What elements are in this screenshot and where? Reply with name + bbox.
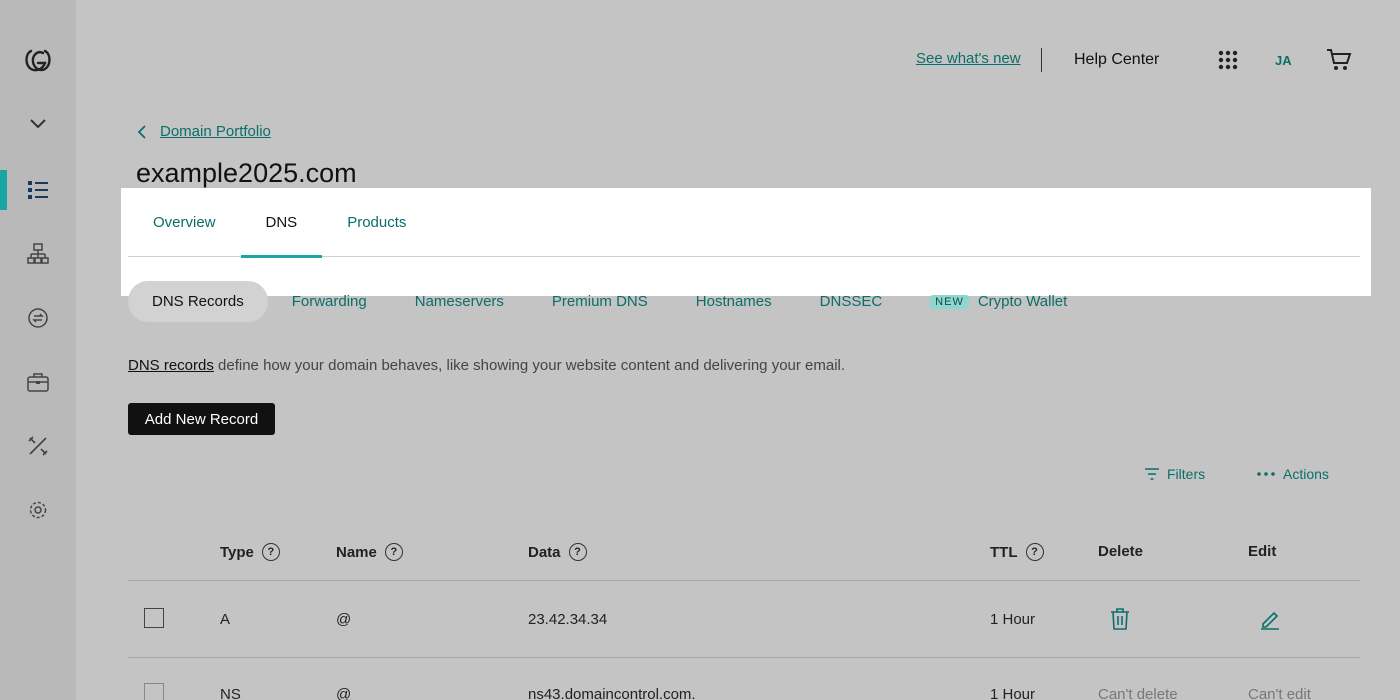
row-data: ns43.domaincontrol.com. (528, 686, 696, 700)
subtab-forwarding[interactable]: Forwarding (268, 281, 391, 322)
row-type: NS (220, 686, 241, 700)
header-ttl-label: TTL (990, 544, 1018, 561)
header-data-label: Data (528, 544, 561, 561)
header-type-label: Type (220, 544, 254, 561)
dns-description: DNS records define how your domain behav… (128, 357, 845, 374)
breadcrumb: Domain Portfolio (135, 123, 271, 140)
briefcase-icon[interactable] (22, 366, 54, 398)
sitemap-icon[interactable] (22, 238, 54, 270)
subtab-premium-dns[interactable]: Premium DNS (528, 281, 672, 322)
header-divider (1041, 48, 1042, 72)
tab-dns[interactable]: DNS (241, 188, 323, 257)
dns-description-text: define how your domain behaves, like sho… (214, 357, 845, 374)
tab-products[interactable]: Products (322, 188, 431, 257)
help-circle-icon[interactable]: ? (262, 543, 280, 561)
table-row: A @ 23.42.34.34 1 Hour (128, 581, 1360, 658)
table-row: NS @ ns43.domaincontrol.com. 1 Hour Can'… (128, 658, 1360, 700)
dns-records-link[interactable]: DNS records (128, 357, 214, 374)
sync-icon[interactable] (22, 302, 54, 334)
header-ttl: TTL? (990, 543, 1044, 561)
chevron-left-icon[interactable] (135, 124, 149, 140)
cart-icon[interactable] (1326, 48, 1352, 72)
row-name: @ (336, 611, 351, 628)
row-name: @ (336, 686, 351, 700)
trash-icon[interactable] (1110, 608, 1130, 634)
dns-subtabs: DNS Records Forwarding Nameservers Premi… (128, 281, 1091, 322)
subtab-dns-records[interactable]: DNS Records (128, 281, 268, 322)
pencil-icon[interactable] (1260, 608, 1280, 634)
row-delete-status: Can't delete (1098, 686, 1178, 700)
help-circle-icon[interactable]: ? (385, 543, 403, 561)
ellipsis-icon (1257, 472, 1275, 476)
row-ttl: 1 Hour (990, 686, 1035, 700)
tab-overview[interactable]: Overview (128, 188, 241, 257)
row-type: A (220, 611, 230, 628)
help-center-link[interactable]: Help Center (1074, 51, 1159, 69)
new-badge: NEW (930, 295, 969, 309)
actions-label: Actions (1283, 466, 1329, 482)
apps-grid-icon[interactable] (1218, 50, 1238, 70)
tab-bar: Overview DNS Products (128, 188, 1360, 257)
row-data: 23.42.34.34 (528, 611, 607, 628)
domain-portfolio-link[interactable]: Domain Portfolio (160, 123, 271, 140)
godaddy-logo-icon[interactable] (22, 44, 54, 76)
row-checkbox[interactable] (144, 683, 164, 700)
filter-icon (1145, 468, 1159, 480)
gear-icon[interactable] (22, 494, 54, 526)
actions-button[interactable]: Actions (1257, 466, 1329, 482)
filters-button[interactable]: Filters (1145, 466, 1205, 482)
row-ttl: 1 Hour (990, 611, 1035, 628)
subtab-nameservers[interactable]: Nameservers (391, 281, 528, 322)
subtab-crypto-wallet[interactable]: NEW Crypto Wallet (906, 281, 1091, 322)
header-delete: Delete (1098, 543, 1143, 560)
add-new-record-button[interactable]: Add New Record (128, 403, 275, 435)
crypto-wallet-label: Crypto Wallet (978, 293, 1067, 310)
help-circle-icon[interactable]: ? (569, 543, 587, 561)
subtab-dnssec[interactable]: DNSSEC (796, 281, 907, 322)
header-edit: Edit (1248, 543, 1276, 560)
account-avatar[interactable]: JA (1275, 53, 1292, 68)
table-header: Type? Name? Data? TTL? Delete Edit (128, 524, 1360, 581)
row-edit-status: Can't edit (1248, 686, 1311, 700)
chevron-down-icon[interactable] (22, 108, 54, 140)
list-icon[interactable] (22, 174, 54, 206)
tabs-panel: Overview DNS Products (121, 188, 1371, 296)
header-type: Type? (220, 543, 280, 561)
header-data: Data? (528, 543, 587, 561)
row-checkbox[interactable] (144, 608, 164, 628)
filters-label: Filters (1167, 466, 1205, 482)
whats-new-link[interactable]: See what's new (916, 50, 1021, 67)
page-title: example2025.com (136, 158, 357, 189)
help-circle-icon[interactable]: ? (1026, 543, 1044, 561)
sidebar (0, 0, 76, 700)
sidebar-active-indicator (0, 170, 7, 210)
subtab-hostnames[interactable]: Hostnames (672, 281, 796, 322)
header-name: Name? (336, 543, 403, 561)
header-name-label: Name (336, 544, 377, 561)
tools-icon[interactable] (22, 430, 54, 462)
